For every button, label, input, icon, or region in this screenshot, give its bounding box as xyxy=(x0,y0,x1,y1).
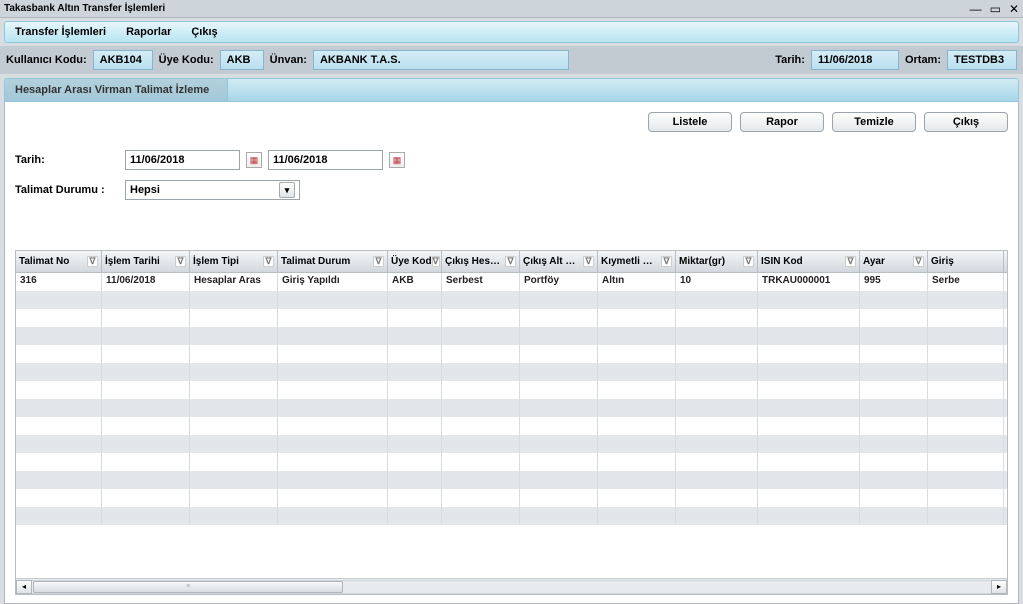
window-title: Takasbank Altın Transfer İşlemleri xyxy=(4,3,165,14)
tarih-label: Tarih: xyxy=(775,54,805,66)
table-row xyxy=(16,435,1007,453)
chevron-down-icon: ▾ xyxy=(279,182,295,198)
ortam-value: TESTDB3 xyxy=(947,50,1017,70)
calendar-icon[interactable]: ▦ xyxy=(246,152,262,168)
filters: Tarih: ▦ ▦ Talimat Durumu : Hepsi ▾ xyxy=(15,150,1008,200)
unvan-value: AKBANK T.A.S. xyxy=(313,50,569,70)
tab-virman-izleme[interactable]: Hesaplar Arası Virman Talimat İzleme xyxy=(5,79,228,101)
calendar-icon[interactable]: ▦ xyxy=(389,152,405,168)
cell-ayar: 995 xyxy=(860,273,928,291)
ortam-label: Ortam: xyxy=(905,54,941,66)
cell-talimat-no: 316 xyxy=(16,273,102,291)
minimize-icon[interactable]: — xyxy=(970,2,982,16)
filter-tarih-label: Tarih: xyxy=(15,154,125,166)
table-row xyxy=(16,453,1007,471)
grid-body: 316 11/06/2018 Hesaplar Aras Giriş Yapıl… xyxy=(16,273,1007,578)
col-islem-tipi[interactable]: İşlem Tipi∇ xyxy=(190,251,278,272)
col-giris[interactable]: Giriş xyxy=(928,251,1004,272)
tabstrip: Hesaplar Arası Virman Talimat İzleme xyxy=(4,78,1019,102)
table-row xyxy=(16,417,1007,435)
cell-giris: Serbe xyxy=(928,273,1004,291)
col-ayar[interactable]: Ayar∇ xyxy=(860,251,928,272)
col-talimat-no[interactable]: Talimat No∇ xyxy=(16,251,102,272)
scroll-left-icon[interactable]: ◂ xyxy=(16,580,32,594)
uye-label: Üye Kodu: xyxy=(159,54,214,66)
col-kiymetli[interactable]: Kıymetli …∇ xyxy=(598,251,676,272)
table-row xyxy=(16,327,1007,345)
tab-label: Hesaplar Arası Virman Talimat İzleme xyxy=(15,84,209,96)
table-row[interactable]: 316 11/06/2018 Hesaplar Aras Giriş Yapıl… xyxy=(16,273,1007,291)
cikis-button[interactable]: Çıkış xyxy=(924,112,1008,132)
cell-cikis-hes: Serbest xyxy=(442,273,520,291)
table-row xyxy=(16,291,1007,309)
close-icon[interactable]: ✕ xyxy=(1009,2,1019,16)
filter-icon[interactable]: ∇ xyxy=(373,256,384,267)
kullanici-label: Kullanıcı Kodu: xyxy=(6,54,87,66)
rapor-button[interactable]: Rapor xyxy=(740,112,824,132)
table-row xyxy=(16,489,1007,507)
grid-header: Talimat No∇ İşlem Tarihi∇ İşlem Tipi∇ Ta… xyxy=(16,251,1007,273)
col-islem-tarihi[interactable]: İşlem Tarihi∇ xyxy=(102,251,190,272)
maximize-icon[interactable]: ▭ xyxy=(990,2,1001,16)
filter-icon[interactable]: ∇ xyxy=(661,256,672,267)
table-row xyxy=(16,471,1007,489)
durum-value: Hepsi xyxy=(130,184,160,196)
scroll-track[interactable]: ≡ xyxy=(32,580,991,594)
table-row xyxy=(16,381,1007,399)
table-row xyxy=(16,363,1007,381)
filter-icon[interactable]: ∇ xyxy=(263,256,274,267)
menu-cikis[interactable]: Çıkış xyxy=(191,26,217,38)
infobar: Kullanıcı Kodu: AKB104 Üye Kodu: AKB Ünv… xyxy=(0,46,1023,74)
scroll-right-icon[interactable]: ▸ xyxy=(991,580,1007,594)
main-panel: Listele Rapor Temizle Çıkış Tarih: ▦ ▦ T… xyxy=(4,102,1019,604)
data-grid: Talimat No∇ İşlem Tarihi∇ İşlem Tipi∇ Ta… xyxy=(15,250,1008,595)
col-talimat-durum[interactable]: Talimat Durum∇ xyxy=(278,251,388,272)
filter-icon[interactable]: ∇ xyxy=(913,256,924,267)
filter-icon[interactable]: ∇ xyxy=(505,256,516,267)
cell-cikis-alt: Portföy xyxy=(520,273,598,291)
uye-value: AKB xyxy=(220,50,264,70)
table-row xyxy=(16,399,1007,417)
temizle-button[interactable]: Temizle xyxy=(832,112,916,132)
filter-icon[interactable]: ∇ xyxy=(743,256,754,267)
tarih-value: 11/06/2018 xyxy=(811,50,899,70)
cell-kiymetli: Altın xyxy=(598,273,676,291)
action-buttons: Listele Rapor Temizle Çıkış xyxy=(15,112,1008,132)
cell-islem-tarihi: 11/06/2018 xyxy=(102,273,190,291)
tarih-from-input[interactable] xyxy=(125,150,240,170)
filter-icon[interactable]: ∇ xyxy=(432,256,440,267)
col-cikis-hes[interactable]: Çıkış Hes…∇ xyxy=(442,251,520,272)
col-cikis-alt[interactable]: Çıkış Alt …∇ xyxy=(520,251,598,272)
table-row xyxy=(16,507,1007,525)
listele-button[interactable]: Listele xyxy=(648,112,732,132)
filter-icon[interactable]: ∇ xyxy=(175,256,186,267)
unvan-label: Ünvan: xyxy=(270,54,307,66)
table-row xyxy=(16,345,1007,363)
cell-miktar: 10 xyxy=(676,273,758,291)
tarih-to-input[interactable] xyxy=(268,150,383,170)
window-controls: — ▭ ✕ xyxy=(970,2,1019,16)
horizontal-scrollbar[interactable]: ◂ ≡ ▸ xyxy=(16,578,1007,594)
menu-raporlar[interactable]: Raporlar xyxy=(126,26,171,38)
col-uye-kod[interactable]: Üye Kod∇ xyxy=(388,251,442,272)
kullanici-value: AKB104 xyxy=(93,50,153,70)
col-isin[interactable]: ISIN Kod∇ xyxy=(758,251,860,272)
titlebar: Takasbank Altın Transfer İşlemleri — ▭ ✕ xyxy=(0,0,1023,18)
filter-icon[interactable]: ∇ xyxy=(583,256,594,267)
menu-transfer[interactable]: Transfer İşlemleri xyxy=(15,26,106,38)
cell-islem-tipi: Hesaplar Aras xyxy=(190,273,278,291)
cell-talimat-durum: Giriş Yapıldı xyxy=(278,273,388,291)
scroll-thumb[interactable]: ≡ xyxy=(33,581,343,593)
filter-icon[interactable]: ∇ xyxy=(87,256,98,267)
cell-isin: TRKAU000001 xyxy=(758,273,860,291)
cell-uye-kod: AKB xyxy=(388,273,442,291)
col-miktar[interactable]: Miktar(gr)∇ xyxy=(676,251,758,272)
menubar: Transfer İşlemleri Raporlar Çıkış xyxy=(4,21,1019,43)
durum-select[interactable]: Hepsi ▾ xyxy=(125,180,300,200)
filter-icon[interactable]: ∇ xyxy=(845,256,856,267)
table-row xyxy=(16,309,1007,327)
filter-durum-label: Talimat Durumu : xyxy=(15,184,125,196)
